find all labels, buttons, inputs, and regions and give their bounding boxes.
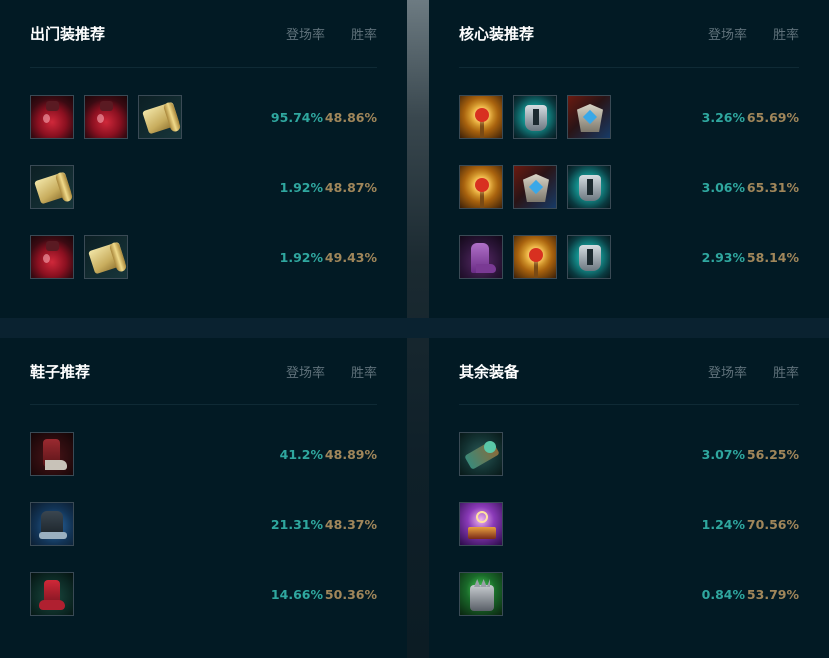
- panel-header: 核心装推荐 登场率 胜率: [459, 0, 799, 68]
- pick-rate-value: 3.07%: [701, 446, 745, 462]
- panel-title: 出门装推荐: [30, 25, 106, 43]
- win-rate-header: 胜率: [772, 365, 799, 381]
- sun-staff-icon[interactable]: [513, 235, 557, 279]
- win-rate-value: 48.37%: [324, 516, 377, 532]
- item-row: 1.24% 70.56%: [459, 502, 799, 546]
- mech-arm-icon[interactable]: [459, 432, 503, 476]
- potion-icon[interactable]: [30, 95, 74, 139]
- win-rate-header: 胜率: [350, 365, 377, 381]
- green-claw-icon[interactable]: [459, 572, 503, 616]
- pick-rate-value: 3.06%: [701, 179, 745, 195]
- starting-items-panel: 出门装推荐 登场率 胜率 95.74% 48.86% 1.92% 48.87%: [0, 0, 407, 318]
- pick-rate-value: 21.31%: [270, 516, 323, 532]
- pick-rate-value: 41.2%: [279, 446, 323, 462]
- scroll-icon[interactable]: [30, 165, 74, 209]
- spell-book-icon[interactable]: [459, 502, 503, 546]
- pick-rate-value: 1.24%: [701, 516, 745, 532]
- win-rate-value: 65.69%: [746, 109, 799, 125]
- win-rate-value: 48.87%: [324, 179, 377, 195]
- pick-rate-value: 3.26%: [701, 109, 745, 125]
- purple-boot-icon[interactable]: [459, 235, 503, 279]
- panel-header: 鞋子推荐 登场率 胜率: [30, 338, 377, 405]
- pick-rate-value: 95.74%: [270, 109, 323, 125]
- pick-rate-value: 1.92%: [279, 179, 323, 195]
- item-row: 1.92% 48.87%: [30, 165, 377, 209]
- win-rate-value: 48.86%: [324, 109, 377, 125]
- win-rate-value: 53.79%: [746, 586, 799, 602]
- blue-boot-icon[interactable]: [30, 502, 74, 546]
- panel-header: 其余装备 登场率 胜率: [459, 338, 799, 405]
- item-row: 3.26% 65.69%: [459, 95, 799, 139]
- win-rate-value: 50.36%: [324, 586, 377, 602]
- sun-staff-icon[interactable]: [459, 165, 503, 209]
- pick-rate-header: 登场率: [707, 28, 747, 43]
- win-rate-header: 胜率: [772, 28, 799, 43]
- background-band: [0, 318, 829, 338]
- panel-title: 核心装推荐: [459, 25, 535, 43]
- pick-rate-value: 1.92%: [279, 249, 323, 265]
- potion-icon[interactable]: [84, 95, 128, 139]
- win-rate-value: 56.25%: [746, 446, 799, 462]
- pick-rate-value: 14.66%: [270, 586, 323, 602]
- panel-title: 其余装备: [459, 362, 520, 381]
- cyan-armor-icon[interactable]: [513, 95, 557, 139]
- pick-rate-header: 登场率: [707, 365, 747, 381]
- core-items-panel: 核心装推荐 登场率 胜率 3.26% 65.69% 3.06% 65.31% 2…: [429, 0, 829, 318]
- sun-staff-icon[interactable]: [459, 95, 503, 139]
- win-rate-value: 65.31%: [746, 179, 799, 195]
- redblue-shield-icon[interactable]: [513, 165, 557, 209]
- win-rate-value: 48.89%: [324, 446, 377, 462]
- item-row: 41.2% 48.89%: [30, 432, 377, 476]
- item-row: 0.84% 53.79%: [459, 572, 799, 616]
- pick-rate-value: 0.84%: [701, 586, 745, 602]
- scroll-icon[interactable]: [138, 95, 182, 139]
- win-rate-header: 胜率: [350, 28, 377, 43]
- item-row: 2.93% 58.14%: [459, 235, 799, 279]
- win-rate-value: 70.56%: [746, 516, 799, 532]
- crimson-boot-icon[interactable]: [30, 572, 74, 616]
- pick-rate-value: 2.93%: [701, 249, 745, 265]
- cyan-armor-icon[interactable]: [567, 235, 611, 279]
- panel-title: 鞋子推荐: [30, 362, 91, 381]
- cyan-armor-icon[interactable]: [567, 165, 611, 209]
- panel-header: 出门装推荐 登场率 胜率: [30, 0, 377, 68]
- item-row: 3.06% 65.31%: [459, 165, 799, 209]
- item-row: 1.92% 49.43%: [30, 235, 377, 279]
- pick-rate-header: 登场率: [285, 365, 325, 381]
- item-row: 14.66% 50.36%: [30, 572, 377, 616]
- boots-panel: 鞋子推荐 登场率 胜率 41.2% 48.89% 21.31% 48.37% 1…: [0, 338, 407, 658]
- other-items-panel: 其余装备 登场率 胜率 3.07% 56.25% 1.24% 70.56% 0.…: [429, 338, 829, 658]
- item-row: 95.74% 48.86%: [30, 95, 377, 139]
- item-row: 3.07% 56.25%: [459, 432, 799, 476]
- potion-icon[interactable]: [30, 235, 74, 279]
- pick-rate-header: 登场率: [285, 28, 325, 43]
- win-rate-value: 58.14%: [746, 249, 799, 265]
- scroll-icon[interactable]: [84, 235, 128, 279]
- win-rate-value: 49.43%: [324, 249, 377, 265]
- item-row: 21.31% 48.37%: [30, 502, 377, 546]
- redblue-shield-icon[interactable]: [567, 95, 611, 139]
- red-boot-icon[interactable]: [30, 432, 74, 476]
